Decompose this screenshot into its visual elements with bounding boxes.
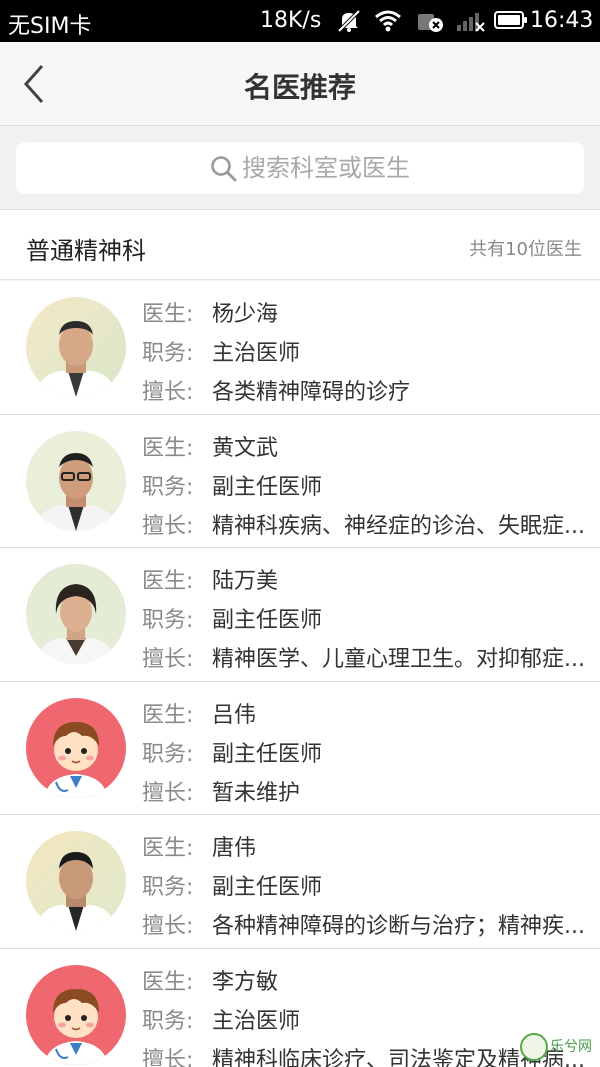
doctor-name: 唐伟 [212,836,257,861]
doctor-name-line: 医生: 陆万美 [142,563,278,595]
doctor-label: 医生: [142,435,194,461]
network-speed: 18K/s [260,8,322,33]
doctor-avatar [26,964,126,1065]
title-label: 职务: [142,474,194,500]
doctor-list: 医生: 杨少海 职务: 主治医师 擅长: 各类精神障碍的诊疗 医生: 黄文武 职务: 副主… [0,281,600,1067]
doctor-title: 副主任医师 [212,608,323,633]
doctor-title: 副主任医师 [212,741,323,767]
search-input[interactable] [242,150,542,186]
doctor-title: 主治医师 [212,1008,301,1034]
doctor-avatar [26,697,126,798]
doctor-name: 杨少海 [212,302,279,327]
doctor-name-line: 医生: 李方敏 [142,964,278,996]
doctor-avatar [26,564,126,664]
doctor-name-line: 医生: 杨少海 [142,296,278,328]
doctor-specialty: 各种精神障碍的诊断与治疗；精神疾... [212,914,585,939]
navigation-header: 名医推荐 [0,42,600,126]
doctor-title-line: 职务: 副主任医师 [142,469,322,501]
doctor-title-line: 职务: 副主任医师 [142,736,322,768]
doctor-specialty-line: 擅长: 暂未维护 [142,775,600,807]
page-title: 名医推荐 [243,71,356,104]
doctor-specialty-line: 擅长: 精神科疾病、神经症的诊治、失眠症... [142,508,600,540]
doctor-specialty-line: 擅长: 各类精神障碍的诊疗 [142,374,600,406]
search-icon [211,156,237,182]
specialty-label: 擅长: [142,647,194,672]
doctor-label: 医生: [142,969,194,995]
doctor-row[interactable]: 医生: 唐伟 职务: 副主任医师 擅长: 各种精神障碍的诊断与治疗；精神疾... [0,815,600,949]
department-header: 普通精神科 共有10位医生 [0,210,600,280]
doctor-label: 医生: [142,569,194,594]
doctor-name-line: 医生: 黄文武 [142,430,278,462]
doctor-row[interactable]: 医生: 陆万美 职务: 副主任医师 擅长: 精神医学、儿童心理卫生。对抑郁症... [0,548,600,682]
title-label: 职务: [142,741,194,767]
specialty-label: 擅长: [142,1047,194,1067]
doctor-specialty: 各类精神障碍的诊疗 [212,380,411,405]
signal-icon [456,9,486,39]
doctor-title: 副主任医师 [212,875,323,900]
doctor-label: 医生: [142,302,194,327]
doctor-name-line: 医生: 唐伟 [142,830,256,862]
search-bar [0,126,600,210]
specialty-label: 擅长: [142,513,194,539]
doctor-name: 吕伟 [212,702,257,728]
doctor-title-line: 职务: 副主任医师 [142,869,322,901]
specialty-label: 擅长: [142,780,194,806]
doctor-row[interactable]: 医生: 吕伟 职务: 副主任医师 擅长: 暂未维护 [0,681,600,815]
specialty-label: 擅长: [142,380,194,405]
data-off-icon [416,9,444,39]
title-label: 职务: [142,1008,194,1034]
doctor-avatar [26,430,126,531]
doctor-name: 黄文武 [212,435,279,461]
clock-time: 16:43 [530,8,594,33]
doctor-row[interactable]: 医生: 李方敏 职务: 主治医师 擅长: 精神科临床诊疗、司法鉴定及精神病... [0,948,600,1067]
doctor-specialty: 精神医学、儿童心理卫生。对抑郁症... [212,647,585,672]
watermark-logo-icon [520,1033,548,1061]
doctor-name: 李方敏 [212,969,279,995]
watermark-text: 乐兮网 [550,1039,592,1055]
doctor-avatar [26,831,126,931]
doctor-row[interactable]: 医生: 黄文武 职务: 副主任医师 擅长: 精神科疾病、神经症的诊治、失眠症... [0,414,600,548]
title-label: 职务: [142,341,194,366]
battery-icon [494,11,527,29]
doctor-row[interactable]: 医生: 杨少海 职务: 主治医师 擅长: 各类精神障碍的诊疗 [0,281,600,415]
doctor-name-line: 医生: 吕伟 [142,697,256,729]
doctor-title: 主治医师 [212,341,301,366]
carrier-text: 无SIM卡 [8,14,92,39]
wifi-icon [374,9,402,39]
status-bar: 无SIM卡 18K/s 16:43 [0,0,600,42]
department-name: 普通精神科 [26,237,146,265]
doctor-specialty: 暂未维护 [212,780,301,806]
doctor-title-line: 职务: 主治医师 [142,1003,300,1035]
doctor-specialty: 精神科疾病、神经症的诊治、失眠症... [212,513,585,539]
search-box[interactable] [16,142,584,194]
doctor-name: 陆万美 [212,569,279,594]
doctor-title-line: 职务: 主治医师 [142,335,300,367]
doctor-count: 共有10位医生 [469,239,582,260]
doctor-avatar [26,297,126,397]
mute-icon [336,9,362,39]
doctor-title: 副主任医师 [212,474,323,500]
doctor-label: 医生: [142,702,194,728]
watermark: 乐兮网 [520,1033,592,1061]
title-label: 职务: [142,608,194,633]
doctor-specialty-line: 擅长: 精神医学、儿童心理卫生。对抑郁症... [142,641,600,673]
doctor-title-line: 职务: 副主任医师 [142,602,322,634]
specialty-label: 擅长: [142,914,194,939]
doctor-label: 医生: [142,836,194,861]
title-label: 职务: [142,875,194,900]
doctor-specialty-line: 擅长: 各种精神障碍的诊断与治疗；精神疾... [142,908,600,940]
